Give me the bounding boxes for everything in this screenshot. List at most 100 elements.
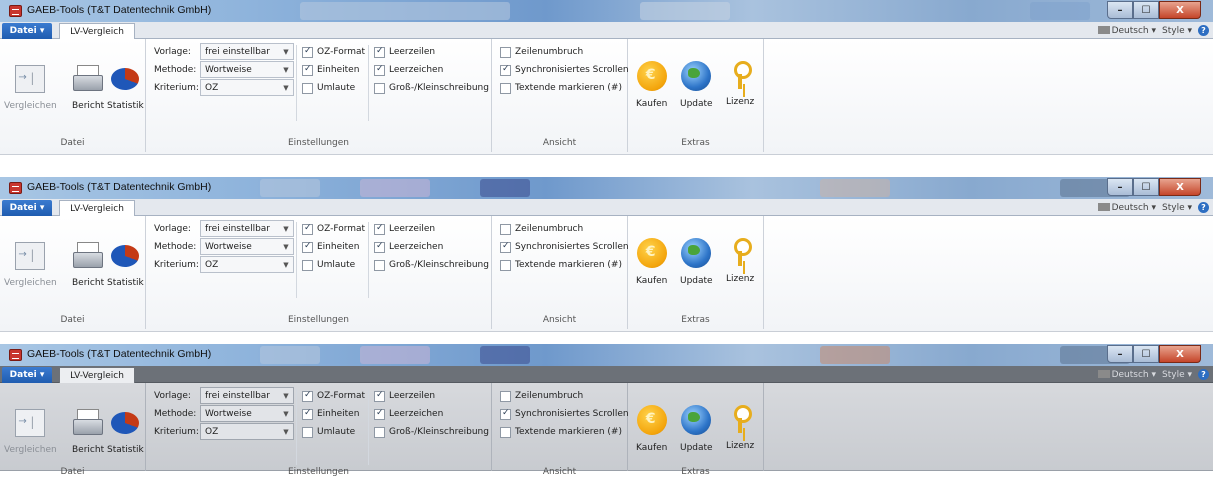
vorlage-dropdown[interactable]: frei einstellbar ▼ [200, 387, 294, 404]
einheiten-checkbox[interactable]: Einheiten [302, 62, 359, 78]
textende-checkbox[interactable]: Textende markieren (#) [500, 80, 622, 96]
update-label: Update [680, 99, 713, 109]
style-selector[interactable]: Style ▾ [1162, 26, 1192, 36]
close-button[interactable]: X [1159, 345, 1201, 363]
statistics-button[interactable]: Statistik [107, 409, 144, 455]
style-selector[interactable]: Style ▾ [1162, 370, 1192, 380]
compare-button[interactable]: Vergleichen [4, 409, 57, 455]
umlaute-checkbox[interactable]: Umlaute [302, 424, 355, 440]
title-bar[interactable]: GAEB-Tools (T&T Datentechnik GmbH) – ☐ X [0, 177, 1213, 199]
zeilenumbruch-checkbox[interactable]: Zeilenumbruch [500, 388, 583, 404]
help-icon[interactable]: ? [1198, 369, 1209, 380]
kriterium-dropdown[interactable]: OZ ▼ [200, 256, 294, 273]
language-selector[interactable]: Deutsch ▾ [1097, 370, 1156, 380]
close-button[interactable]: X [1159, 1, 1201, 19]
group-datei: Vergleichen Bericht Statistik Datei [0, 216, 146, 329]
methode-value: Wortweise [205, 64, 252, 75]
sync-scroll-checkbox[interactable]: Synchronisiertes Scrollen [500, 62, 629, 78]
buy-button[interactable]: Kaufen [636, 61, 667, 109]
close-button[interactable]: X [1159, 178, 1201, 196]
minimize-button[interactable]: – [1107, 345, 1133, 363]
statistics-button[interactable]: Statistik [107, 242, 144, 288]
tab-lv-vergleich[interactable]: LV-Vergleich [59, 200, 135, 217]
help-icon[interactable]: ? [1198, 202, 1209, 213]
report-button[interactable]: Bericht [72, 242, 104, 288]
kriterium-dropdown[interactable]: OZ ▼ [200, 423, 294, 440]
methode-dropdown[interactable]: Wortweise ▼ [200, 405, 294, 422]
oz-format-checkbox[interactable]: OZ-Format [302, 221, 365, 237]
gross-klein-checkbox[interactable]: Groß-/Kleinschreibung [374, 424, 489, 440]
vorlage-dropdown[interactable]: frei einstellbar ▼ [200, 220, 294, 237]
tab-lv-vergleich[interactable]: LV-Vergleich [59, 367, 135, 384]
dropdown-arrow-icon: ▼ [283, 260, 289, 269]
leerzeichen-checkbox[interactable]: Leerzeichen [374, 62, 443, 78]
methode-value: Wortweise [205, 408, 252, 419]
minimize-button[interactable]: – [1107, 1, 1133, 19]
methode-dropdown[interactable]: Wortweise ▼ [200, 238, 294, 255]
window-controls: – ☐ X [1107, 1, 1201, 19]
einheiten-label: Einheiten [317, 242, 360, 252]
report-button[interactable]: Bericht [72, 409, 104, 455]
tab-lv-vergleich[interactable]: LV-Vergleich [59, 23, 135, 40]
sync-scroll-checkbox[interactable]: Synchronisiertes Scrollen [500, 406, 629, 422]
umlaute-checkbox[interactable]: Umlaute [302, 257, 355, 273]
report-button[interactable]: Bericht [72, 65, 104, 111]
update-button[interactable]: Update [680, 61, 713, 109]
window-controls: – ☐ X [1107, 345, 1201, 363]
file-menu-button[interactable]: Datei ▾ [2, 23, 52, 39]
oz-format-checkbox[interactable]: OZ-Format [302, 44, 365, 60]
file-menu-button[interactable]: Datei ▾ [2, 367, 52, 383]
compare-icon [15, 409, 46, 437]
compare-button[interactable]: Vergleichen [4, 65, 57, 111]
gross-klein-checkbox[interactable]: Groß-/Kleinschreibung [374, 257, 489, 273]
leerzeichen-checkbox[interactable]: Leerzeichen [374, 406, 443, 422]
textende-checkbox[interactable]: Textende markieren (#) [500, 424, 622, 440]
title-bar[interactable]: GAEB-Tools (T&T Datentechnik GmbH) – ☐ X [0, 0, 1213, 22]
methode-row: Methode: Wortweise ▼ [154, 405, 294, 422]
title-bar[interactable]: GAEB-Tools (T&T Datentechnik GmbH) – ☐ X [0, 344, 1213, 366]
leerzeichen-checkbox[interactable]: Leerzeichen [374, 239, 443, 255]
dropdown-arrow-icon: ▼ [283, 83, 289, 92]
sync-scroll-checkbox[interactable]: Synchronisiertes Scrollen [500, 239, 629, 255]
zeilenumbruch-checkbox[interactable]: Zeilenumbruch [500, 44, 583, 60]
gross-klein-checkbox[interactable]: Groß-/Kleinschreibung [374, 80, 489, 96]
maximize-button[interactable]: ☐ [1133, 345, 1159, 363]
language-selector[interactable]: Deutsch ▾ [1097, 203, 1156, 213]
textende-checkbox[interactable]: Textende markieren (#) [500, 257, 622, 273]
maximize-button[interactable]: ☐ [1133, 178, 1159, 196]
compare-label: Vergleichen [4, 278, 57, 288]
leerzeilen-checkbox[interactable]: Leerzeilen [374, 44, 435, 60]
einheiten-checkbox[interactable]: Einheiten [302, 239, 359, 255]
language-selector[interactable]: Deutsch ▾ [1097, 26, 1156, 36]
kriterium-dropdown[interactable]: OZ ▼ [200, 79, 294, 96]
update-button[interactable]: Update [680, 238, 713, 286]
vorlage-value: frei einstellbar [205, 223, 270, 234]
license-button[interactable]: Lizenz [726, 238, 754, 284]
help-icon[interactable]: ? [1198, 25, 1209, 36]
license-button[interactable]: Lizenz [726, 61, 754, 107]
buy-button[interactable]: Kaufen [636, 405, 667, 453]
leerzeilen-checkbox[interactable]: Leerzeilen [374, 221, 435, 237]
compare-button[interactable]: Vergleichen [4, 242, 57, 288]
group-label-ansicht: Ansicht [542, 467, 577, 477]
maximize-button[interactable]: ☐ [1133, 1, 1159, 19]
einheiten-checkbox[interactable]: Einheiten [302, 406, 359, 422]
oz-format-checkbox[interactable]: OZ-Format [302, 388, 365, 404]
vorlage-dropdown[interactable]: frei einstellbar ▼ [200, 43, 294, 60]
zeilenumbruch-checkbox[interactable]: Zeilenumbruch [500, 221, 583, 237]
file-menu-button[interactable]: Datei ▾ [2, 200, 52, 216]
dropdown-arrow-icon: ▼ [283, 65, 289, 74]
umlaute-checkbox[interactable]: Umlaute [302, 80, 355, 96]
update-button[interactable]: Update [680, 405, 713, 453]
checkbox-icon [374, 82, 385, 94]
style-selector[interactable]: Style ▾ [1162, 203, 1192, 213]
kriterium-label: Kriterium: [154, 259, 199, 270]
minimize-button[interactable]: – [1107, 178, 1133, 196]
license-button[interactable]: Lizenz [726, 405, 754, 451]
leerzeilen-checkbox[interactable]: Leerzeilen [374, 388, 435, 404]
app-window-2: GAEB-Tools (T&T Datentechnik GmbH) – ☐ X… [0, 177, 1213, 332]
group-label-ansicht: Ansicht [542, 138, 577, 148]
statistics-button[interactable]: Statistik [107, 65, 144, 111]
methode-dropdown[interactable]: Wortweise ▼ [200, 61, 294, 78]
buy-button[interactable]: Kaufen [636, 238, 667, 286]
